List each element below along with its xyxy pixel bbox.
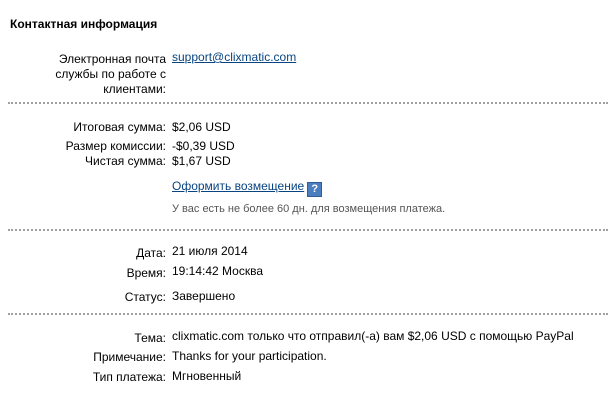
net-amount-label: Чистая сумма: — [85, 154, 166, 168]
time-label: Время: — [126, 266, 166, 280]
note-label: Примечание: — [93, 350, 166, 364]
section-title-contact: Контактная информация — [10, 17, 158, 31]
status-value: Завершено — [172, 289, 236, 303]
note-value: Thanks for your participation. — [172, 349, 327, 363]
net-amount-value: $1,67 USD — [172, 154, 231, 168]
subject-value: clixmatic.com только что отправил(-а) ва… — [172, 329, 574, 343]
refund-note: У вас есть не более 60 дн. для возмещени… — [172, 203, 446, 215]
divider — [8, 102, 608, 104]
total-amount-label: Итоговая сумма: — [73, 120, 166, 134]
total-amount-value: $2,06 USD — [172, 120, 231, 134]
subject-label: Тема: — [134, 331, 166, 345]
email-label-line-2: службы по работе с — [55, 67, 166, 81]
refund-row: Оформить возмещение? — [172, 179, 323, 197]
status-label: Статус: — [124, 290, 166, 304]
email-label-line-3: клиентами: — [103, 82, 166, 96]
payment-type-label: Тип платежа: — [92, 370, 166, 384]
support-email-link[interactable]: support@clixmatic.com — [172, 50, 296, 65]
divider — [8, 313, 608, 315]
email-label-line-1: Электронная почта — [58, 52, 166, 66]
payment-type-value: Мгновенный — [172, 369, 242, 383]
time-value: 19:14:42 Москва — [172, 264, 264, 278]
fee-value: -$0,39 USD — [172, 139, 235, 153]
divider — [8, 229, 608, 231]
date-value: 21 июля 2014 — [172, 244, 248, 258]
date-label: Дата: — [136, 246, 166, 260]
refund-link[interactable]: Оформить возмещение — [172, 179, 304, 193]
help-icon[interactable]: ? — [307, 182, 323, 197]
fee-label: Размер комиссии: — [65, 139, 166, 153]
